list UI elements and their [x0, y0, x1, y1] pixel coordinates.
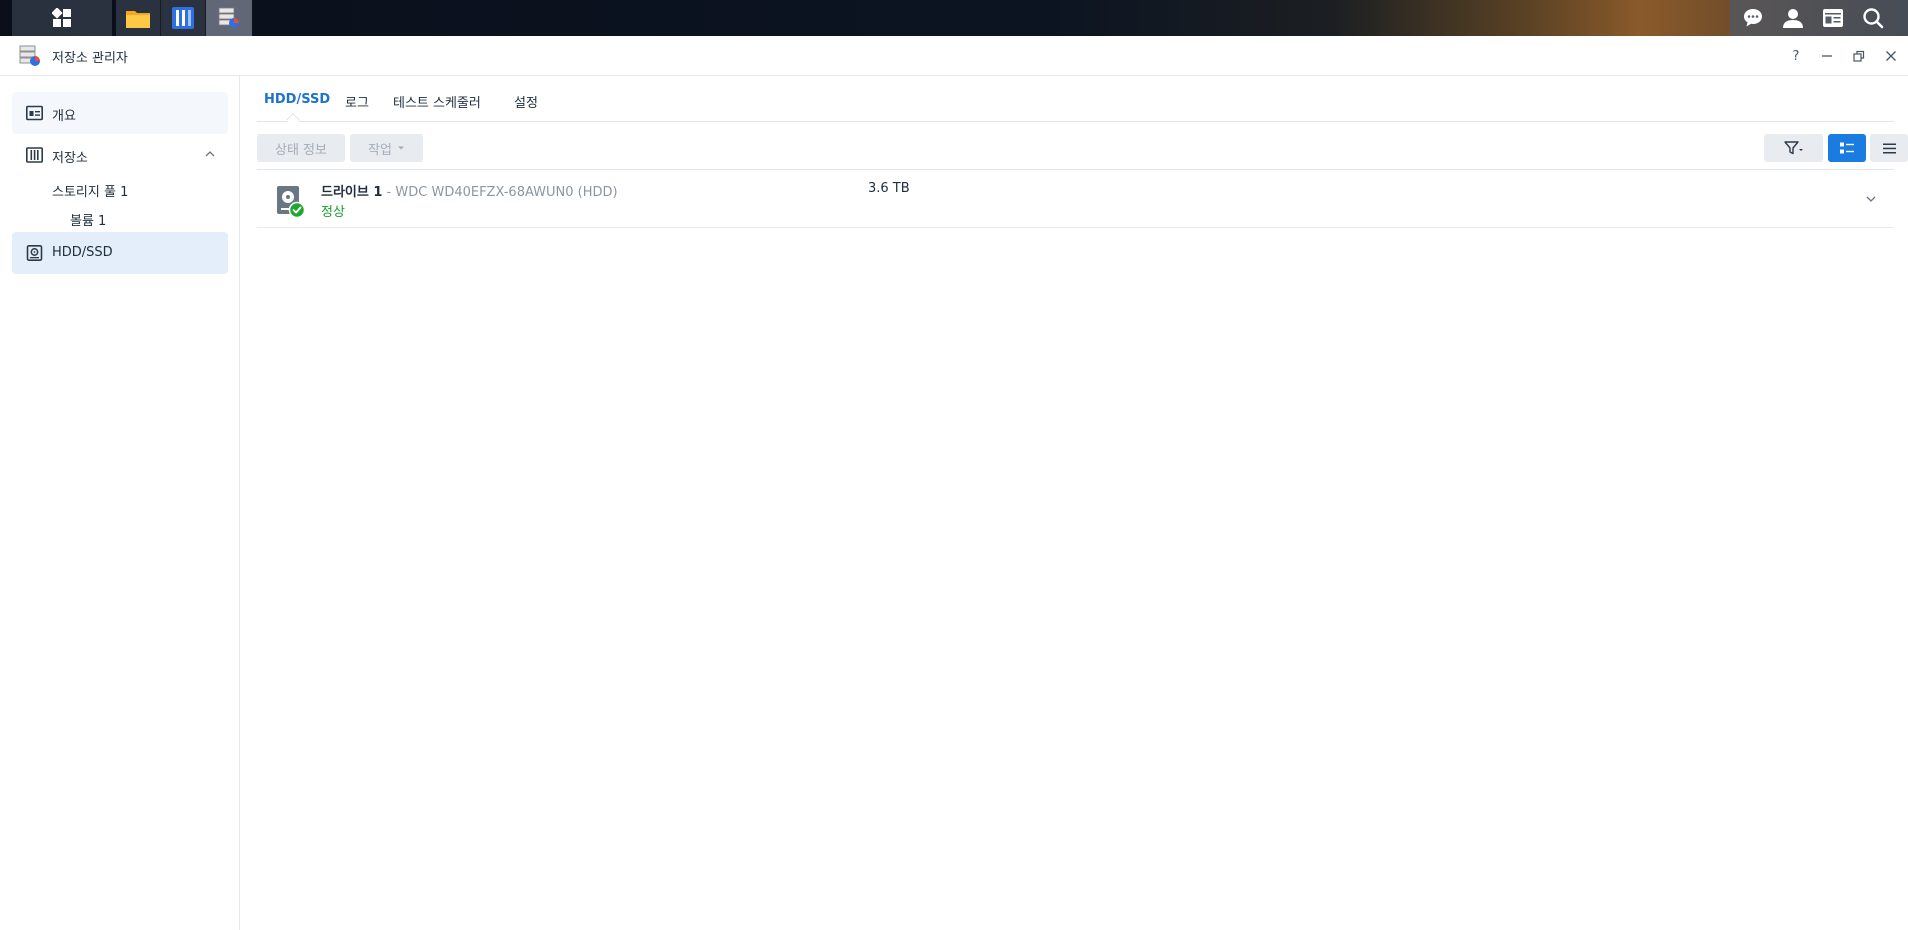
list-view-button[interactable] [1870, 134, 1908, 162]
card-view-icon [1840, 142, 1854, 154]
help-icon: ? [1792, 48, 1800, 64]
restore-button[interactable] [1849, 46, 1869, 66]
taskbar-apps-group [116, 0, 252, 36]
drive-size: 3.6 TB [868, 181, 910, 196]
window-title: 저장소 관리자 [52, 51, 128, 66]
storage-manager-app-icon [19, 45, 40, 66]
drive-model: WDC WD40EFZX-68AWUN0 (HDD) [395, 185, 618, 200]
card-view-button[interactable] [1828, 134, 1866, 162]
sidebar-item-storage[interactable]: 저장소 [12, 134, 228, 176]
sidebar: 개요 저장소 스토리지 풀 1 볼륨 1 HDD/SSD [0, 76, 240, 930]
widgets-button[interactable] [1819, 4, 1847, 32]
minimize-button[interactable] [1817, 46, 1837, 66]
status-info-button[interactable]: 상태 정보 [257, 134, 345, 162]
search-icon [1863, 8, 1884, 29]
tab-hdd-ssd[interactable]: HDD/SSD [264, 92, 330, 107]
system-tray [1730, 0, 1908, 36]
overview-icon [26, 105, 43, 121]
search-button[interactable] [1859, 4, 1887, 32]
action-dropdown-button[interactable]: 작업 [350, 134, 423, 162]
drive-separator: - [382, 185, 396, 200]
close-icon [1886, 51, 1896, 61]
tab-bar: HDD/SSD 로그 테스트 스케줄러 설정 [257, 76, 1894, 128]
sidebar-item-volume[interactable]: 볼륨 1 [70, 210, 106, 229]
chat-icon [1744, 9, 1762, 27]
filter-button[interactable] [1764, 134, 1823, 162]
control-panel-button[interactable] [161, 0, 206, 36]
tab-settings[interactable]: 설정 [514, 92, 538, 111]
file-station-icon [126, 11, 150, 28]
help-button[interactable]: ? [1786, 46, 1806, 66]
taskbar-main-group [12, 0, 112, 36]
chevron-up-icon[interactable] [204, 148, 216, 160]
sidebar-item-hdd-ssd[interactable]: HDD/SSD [12, 232, 228, 274]
sidebar-item-label: 저장소 [52, 151, 88, 166]
action-label: 작업 [368, 142, 392, 158]
tab-test-scheduler[interactable]: 테스트 스케줄러 [393, 92, 481, 111]
control-panel-icon [172, 7, 194, 29]
window-titlebar: 저장소 관리자 ? [0, 36, 1908, 76]
taskbar [0, 0, 1908, 36]
status-info-label: 상태 정보 [275, 142, 327, 158]
widgets-icon [1823, 9, 1843, 27]
caret-down-icon [397, 146, 404, 150]
drive-name: 드라이브 1 - WDC WD40EFZX-68AWUN0 (HDD) [321, 181, 618, 200]
hdd-status-icon [277, 186, 305, 218]
restore-icon [1853, 50, 1865, 62]
user-icon [1783, 9, 1803, 28]
file-station-button[interactable] [116, 0, 161, 36]
storage-manager-icon [218, 7, 239, 28]
toolbar: 상태 정보 작업 [257, 134, 1908, 162]
tab-log[interactable]: 로그 [345, 92, 369, 111]
main-menu-icon [52, 8, 71, 27]
hdd-icon [26, 245, 43, 261]
chat-button[interactable] [1739, 4, 1767, 32]
sidebar-item-storage-pool[interactable]: 스토리지 풀 1 [52, 181, 128, 200]
chevron-down-icon[interactable] [1864, 192, 1878, 206]
sidebar-item-overview[interactable]: 개요 [12, 92, 228, 134]
minimize-icon [1822, 55, 1832, 57]
storage-manager-button[interactable] [206, 0, 252, 36]
active-tab-caret [285, 112, 301, 128]
filter-icon [1783, 141, 1803, 155]
sidebar-item-label: HDD/SSD [52, 245, 113, 260]
storage-icon [26, 147, 43, 163]
list-view-icon [1882, 143, 1896, 153]
main-content: HDD/SSD 로그 테스트 스케줄러 설정 상태 정보 작업 드라이브 1 -… [241, 76, 1908, 930]
drive-list-item[interactable]: 드라이브 1 - WDC WD40EFZX-68AWUN0 (HDD) 정상 3… [257, 169, 1894, 228]
drive-status: 정상 [321, 205, 345, 220]
drive-label: 드라이브 1 [321, 185, 383, 200]
main-menu-button[interactable] [12, 0, 112, 36]
close-button[interactable] [1881, 46, 1901, 66]
sidebar-item-label: 개요 [52, 109, 76, 124]
user-button[interactable] [1779, 4, 1807, 32]
